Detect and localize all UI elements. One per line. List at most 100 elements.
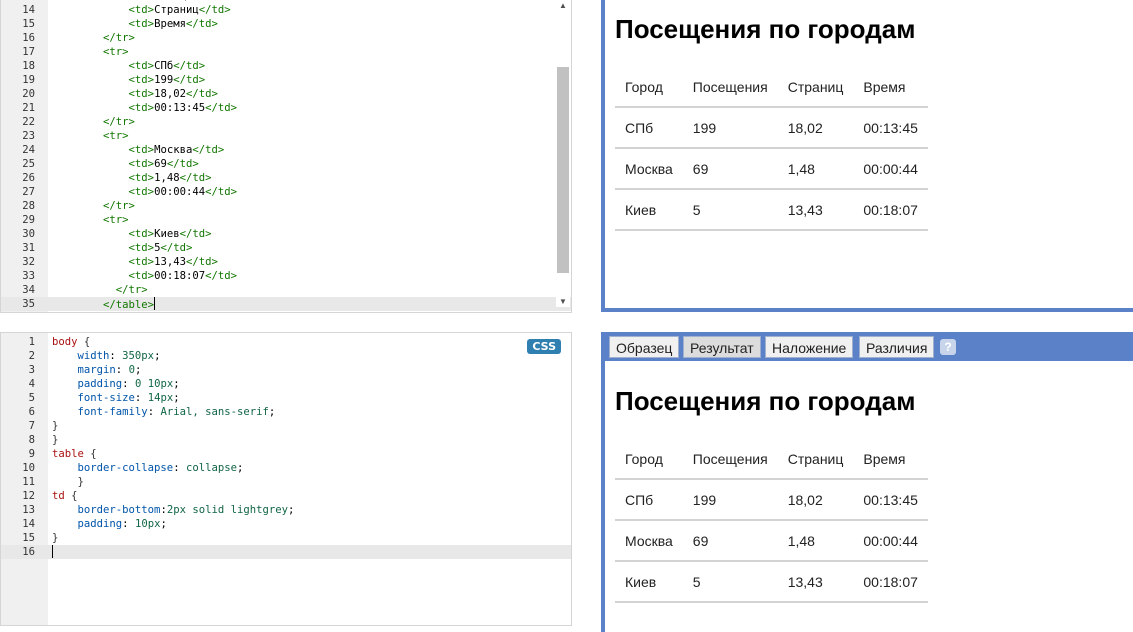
code-line[interactable]: 12 td { xyxy=(1,489,571,503)
css-code-editor[interactable]: 1 body {2 width: 350px; 3 margin: 0; 4 padd… xyxy=(0,332,572,626)
code-text[interactable]: border-bottom:2px solid lightgrey; xyxy=(52,503,295,517)
tab-result[interactable]: Результат xyxy=(683,336,761,358)
code-line[interactable]: 1 body { xyxy=(1,335,571,349)
code-text[interactable]: padding: 10px; xyxy=(52,517,167,531)
code-line[interactable]: 32 <td>13,43</td> xyxy=(1,255,571,269)
scrollbar-thumb[interactable] xyxy=(557,67,569,273)
code-line[interactable]: 15 <td>Время</td> xyxy=(1,17,571,31)
code-text[interactable]: <td>Время</td> xyxy=(52,17,218,31)
code-text[interactable]: <td>Страниц</td> xyxy=(52,3,231,17)
code-line[interactable]: 8} xyxy=(1,433,571,447)
table-row: Город Посещения Страниц Время xyxy=(615,439,928,480)
code-line[interactable]: 3 margin: 0; xyxy=(1,363,571,377)
code-line[interactable]: 30 <td>Киев</td> xyxy=(1,227,571,241)
code-text[interactable]: </table> xyxy=(52,297,156,312)
code-line[interactable]: 17 <tr> xyxy=(1,45,571,59)
code-line[interactable]: 16 </tr> xyxy=(1,31,571,45)
code-line[interactable]: 9 table { xyxy=(1,447,571,461)
code-text[interactable] xyxy=(52,545,53,560)
code-line[interactable]: 24 <td>Москва</td> xyxy=(1,143,571,157)
code-text[interactable]: width: 350px; xyxy=(52,349,161,363)
code-text[interactable]: } xyxy=(52,531,58,545)
code-text[interactable]: } xyxy=(52,419,58,433)
line-number: 12 xyxy=(22,490,35,502)
code-text[interactable]: <td>18,02</td> xyxy=(52,87,218,101)
code-text[interactable]: </tr> xyxy=(52,115,135,129)
code-text[interactable]: <td>5</td> xyxy=(52,241,193,255)
code-line[interactable]: 10 border-collapse: collapse; xyxy=(1,461,571,475)
code-line[interactable]: 15} xyxy=(1,531,571,545)
code-line[interactable]: 14 padding: 10px; xyxy=(1,517,571,531)
table-cell: Киев xyxy=(615,561,683,603)
code-text[interactable]: </tr> xyxy=(52,199,135,213)
line-number: 4 xyxy=(28,378,35,390)
code-line[interactable]: 33 <td>00:18:07</td> xyxy=(1,269,571,283)
code-text[interactable]: td { xyxy=(52,489,78,503)
code-line[interactable]: 14 <td>Страниц</td> xyxy=(1,3,571,17)
code-text[interactable]: </tr> xyxy=(52,31,135,45)
code-text[interactable]: </tr> xyxy=(52,283,148,297)
table-row: Москва 69 1,48 00:00:44 xyxy=(615,520,928,562)
line-number: 9 xyxy=(28,448,35,460)
code-text[interactable]: <tr> xyxy=(52,129,129,143)
code-text[interactable]: <td>00:00:44</td> xyxy=(52,185,237,199)
code-text[interactable]: <td>199</td> xyxy=(52,73,206,87)
html-code-lines[interactable]: 13 <td>Посещения</td>14 <td>Страниц</td>… xyxy=(1,0,571,311)
code-line[interactable]: 19 <td>199</td> xyxy=(1,73,571,87)
code-text[interactable]: <td>Москва</td> xyxy=(52,143,225,157)
code-text[interactable]: <td>1,48</td> xyxy=(52,171,212,185)
tab-overlay[interactable]: Наложение xyxy=(765,336,854,358)
preview-content: Посещения по городам Город Посещения Стран… xyxy=(615,386,928,603)
code-text[interactable]: margin: 0; xyxy=(52,363,142,377)
code-line[interactable]: 27 <td>00:00:44</td> xyxy=(1,185,571,199)
code-line[interactable]: 13 border-bottom:2px solid lightgrey; xyxy=(1,503,571,517)
code-line[interactable]: 4 padding: 0 10px; xyxy=(1,377,571,391)
code-text[interactable]: <td>СПб</td> xyxy=(52,59,206,73)
tab-differences[interactable]: Различия xyxy=(859,336,935,358)
code-text[interactable]: font-size: 14px; xyxy=(52,391,180,405)
code-text[interactable]: table { xyxy=(52,447,97,461)
code-text[interactable]: padding: 0 10px; xyxy=(52,377,180,391)
tab-sample[interactable]: Образец xyxy=(609,336,680,358)
code-text[interactable]: <td>13,43</td> xyxy=(52,255,218,269)
code-line[interactable]: 22 </tr> xyxy=(1,115,571,129)
code-line[interactable]: 29 <tr> xyxy=(1,213,571,227)
code-line[interactable]: 26 <td>1,48</td> xyxy=(1,171,571,185)
code-line[interactable]: 35 </table> xyxy=(1,297,571,311)
code-line[interactable]: 18 <td>СПб</td> xyxy=(1,59,571,73)
code-line[interactable]: 31 <td>5</td> xyxy=(1,241,571,255)
scroll-down-icon[interactable]: ▼ xyxy=(556,297,570,307)
code-text[interactable]: border-collapse: collapse; xyxy=(52,461,244,475)
table-cell: Время xyxy=(853,67,928,108)
code-line[interactable]: 2 width: 350px; xyxy=(1,349,571,363)
css-code-lines[interactable]: 1 body {2 width: 350px; 3 margin: 0; 4 padd… xyxy=(1,335,571,559)
table-row: Город Посещения Страниц Время xyxy=(615,67,928,108)
code-line[interactable]: 5 font-size: 14px; xyxy=(1,391,571,405)
code-text[interactable]: <td>Киев</td> xyxy=(52,227,212,241)
code-text[interactable]: font-family: Arial, sans-serif; xyxy=(52,405,276,419)
scroll-up-icon[interactable]: ▲ xyxy=(556,1,570,11)
code-text[interactable]: body { xyxy=(52,335,90,349)
code-text[interactable]: } xyxy=(52,475,84,489)
preview-heading: Посещения по городам xyxy=(615,386,916,416)
code-text[interactable]: <tr> xyxy=(52,45,129,59)
code-text[interactable]: } xyxy=(52,433,58,447)
code-line[interactable]: 20 <td>18,02</td> xyxy=(1,87,571,101)
html-code-editor[interactable]: 13 <td>Посещения</td>14 <td>Страниц</td>… xyxy=(0,0,572,313)
code-line[interactable]: 25 <td>69</td> xyxy=(1,157,571,171)
help-icon[interactable]: ? xyxy=(940,339,956,355)
code-line[interactable]: 34 </tr> xyxy=(1,283,571,297)
code-line[interactable]: 6 font-family: Arial, sans-serif; xyxy=(1,405,571,419)
code-line[interactable]: 16 xyxy=(1,545,571,559)
code-line[interactable]: 28 </tr> xyxy=(1,199,571,213)
code-text[interactable]: <tr> xyxy=(52,213,129,227)
code-text[interactable]: <td>00:13:45</td> xyxy=(52,101,237,115)
code-text[interactable]: <td>00:18:07</td> xyxy=(52,269,237,283)
code-text[interactable]: <td>69</td> xyxy=(52,157,199,171)
code-line[interactable]: 11 } xyxy=(1,475,571,489)
code-line[interactable]: 21 <td>00:13:45</td> xyxy=(1,101,571,115)
code-line[interactable]: 23 <tr> xyxy=(1,129,571,143)
vertical-scrollbar[interactable]: ▲ ▼ xyxy=(556,1,570,307)
code-line[interactable]: 7} xyxy=(1,419,571,433)
sample-preview-panel: Посещения по городам Город Посещения Стран… xyxy=(601,0,1133,312)
